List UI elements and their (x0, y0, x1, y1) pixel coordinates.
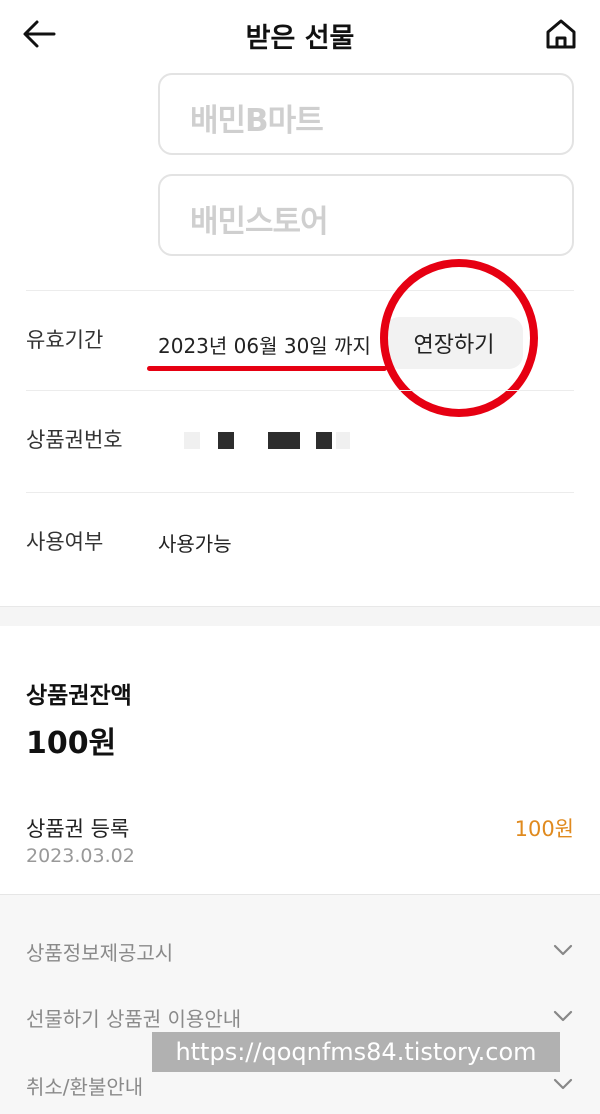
annotation-underline (147, 366, 387, 371)
brand-logo-bmart: 배민B마트 (158, 73, 574, 155)
brand-label: 배민스토어 (190, 204, 329, 240)
validity-label: 유효기간 (26, 328, 104, 352)
balance-amount: 100원 (26, 726, 117, 761)
accordion-product-info[interactable]: 상품정보제공고시 (26, 931, 574, 971)
history-date: 2023.03.02 (26, 845, 135, 867)
page-title: 받은 선물 (245, 23, 355, 54)
chevron-down-icon (553, 1010, 573, 1022)
watermark: https://qoqnfms84.tistory.com (152, 1032, 560, 1072)
coupon-number-label: 상품권번호 (26, 428, 123, 452)
accordion-label: 취소/환불안내 (26, 1075, 144, 1099)
redacted-mask (184, 432, 200, 449)
redacted-mask (268, 432, 300, 449)
brand-label: 배민B마트 (190, 103, 324, 139)
redacted-mask (336, 432, 350, 449)
annotation-circle (380, 259, 538, 417)
home-button[interactable] (538, 14, 578, 54)
brand-logo-store: 배민스토어 (158, 174, 574, 256)
usage-label: 사용여부 (26, 530, 104, 554)
usage-value: 사용가능 (158, 532, 232, 556)
history-amount: 100원 (514, 817, 574, 841)
accordion-usage-guide[interactable]: 선물하기 상품권 이용안내 (26, 997, 574, 1037)
accordion-label: 상품정보제공고시 (26, 941, 174, 965)
divider (26, 492, 574, 493)
balance-title: 상품권잔액 (26, 683, 132, 709)
chevron-down-icon (553, 1078, 573, 1090)
accordion-label: 선물하기 상품권 이용안내 (26, 1007, 242, 1031)
header: 받은 선물 (0, 0, 600, 68)
chevron-down-icon (553, 944, 573, 956)
divider (26, 390, 574, 391)
validity-value: 2023년 06월 30일 까지 (158, 334, 371, 358)
section-separator (0, 606, 600, 626)
redacted-mask (316, 432, 332, 449)
history-label: 상품권 등록 (26, 817, 130, 841)
info-section: 상품정보제공고시 선물하기 상품권 이용안내 취소/환불안내 (0, 894, 600, 1114)
redacted-mask (218, 432, 234, 449)
home-icon (546, 19, 576, 49)
